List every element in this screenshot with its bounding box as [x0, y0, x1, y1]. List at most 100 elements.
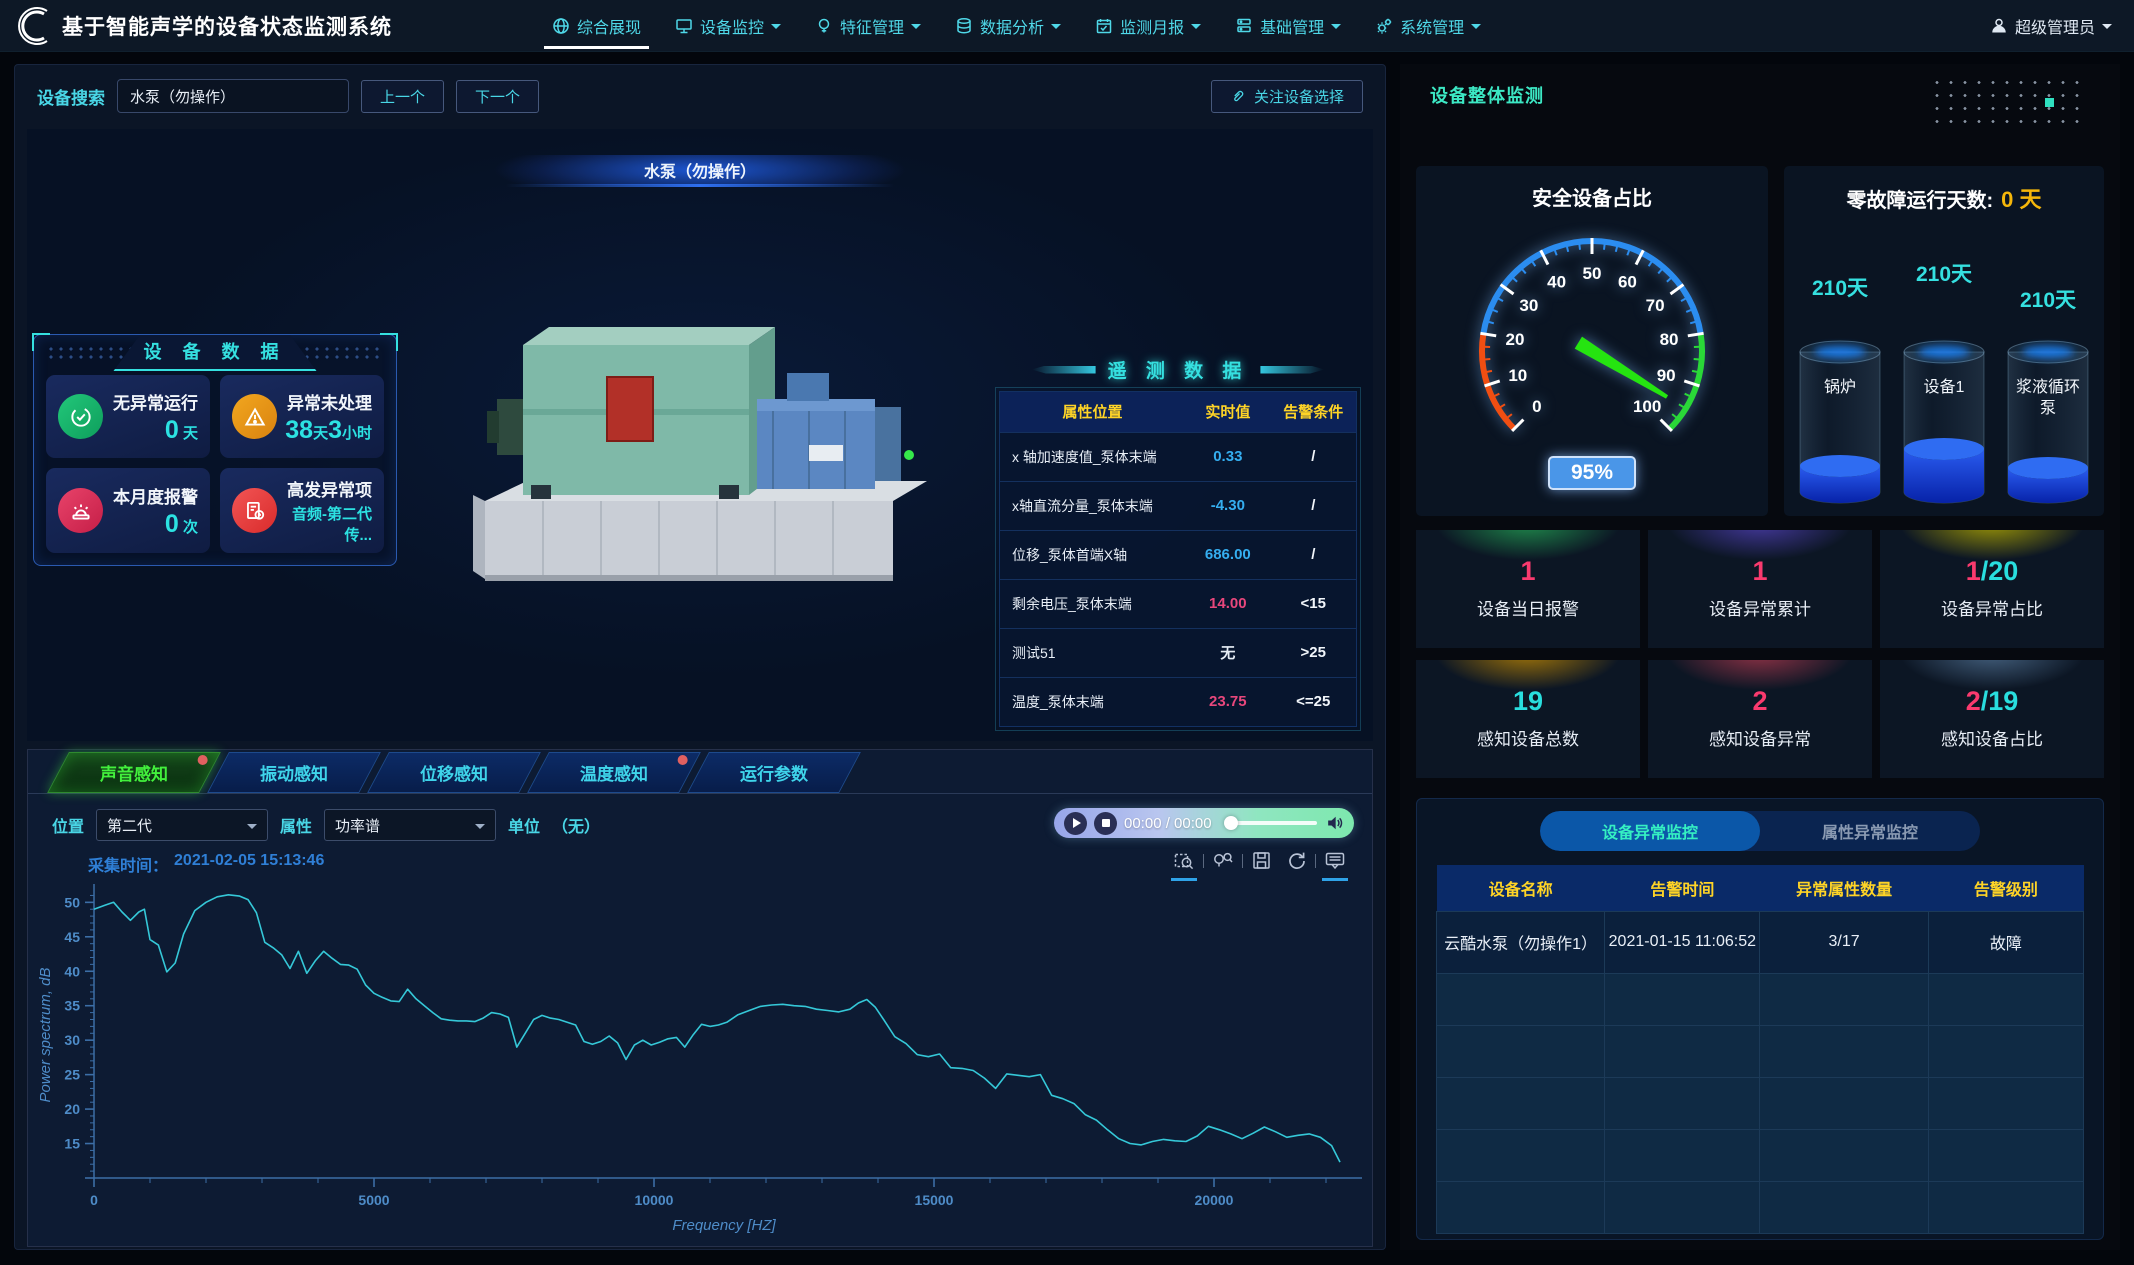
- glow: [1416, 660, 1640, 778]
- nav-item-data-analysis[interactable]: 数据分析: [955, 0, 1061, 52]
- nav-item-monthly-report[interactable]: 监测月报: [1095, 0, 1201, 52]
- device-search-input[interactable]: [117, 79, 349, 113]
- alarm-empty-row: [1437, 973, 2084, 1025]
- value-part: 次: [179, 519, 198, 536]
- table-row: 剩余电压_泵体末端14.00<15: [1000, 579, 1356, 628]
- chevron-down-icon: [2102, 24, 2112, 29]
- divider: [1315, 854, 1316, 868]
- refresh-icon[interactable]: [1283, 848, 1309, 874]
- nav-item-base-mgmt[interactable]: 基础管理: [1235, 0, 1341, 52]
- stat-value: 2/19: [1880, 686, 2104, 717]
- stat-value: 19: [1416, 686, 1640, 717]
- chevron-down-icon: [1051, 24, 1061, 29]
- value-part: /19: [1981, 686, 2019, 716]
- tab-device-abnormal-monitor[interactable]: 设备异常监控: [1540, 811, 1760, 851]
- cylinder-graphic: 浆液循环泵: [2002, 336, 2094, 508]
- player-time: 00:00 / 00:00: [1124, 815, 1212, 832]
- cylinder-days: 210天: [1812, 272, 1868, 302]
- stop-button[interactable]: [1094, 812, 1117, 835]
- alarm-condition: <=25: [1271, 677, 1356, 726]
- telemetry-header: 遥 测 数 据: [999, 356, 1357, 383]
- zero-fault-label: 零故障运行天数:: [1846, 184, 1993, 213]
- zoom-select-icon[interactable]: [1171, 848, 1197, 874]
- stat-value: 1/20: [1880, 556, 2104, 587]
- spectrum-chart[interactable]: 152025303540455005000100001500020000Powe…: [34, 878, 1370, 1234]
- seek-knob[interactable]: [1224, 816, 1238, 830]
- chevron-down-icon: [1471, 24, 1481, 29]
- cylinder-graphic: 锅炉: [1794, 336, 1886, 508]
- position-select[interactable]: 第二代: [96, 809, 268, 841]
- alarm-time: 2021-01-15 11:06:52: [1605, 911, 1760, 973]
- nav-item-label: 系统管理: [1400, 14, 1464, 38]
- capture-time-label: 采集时间：: [88, 852, 168, 876]
- nav-item-label: 综合展现: [577, 14, 641, 38]
- safety-gauge: 0102030405060708090100: [1416, 213, 1768, 463]
- attr-name: 温度_泵体末端: [1000, 677, 1185, 726]
- card-value: 0 次: [111, 510, 198, 539]
- tab-displacement-sensing[interactable]: 位移感知: [367, 752, 541, 793]
- tab-attribute-abnormal-monitor[interactable]: 属性异常监控: [1760, 811, 1980, 851]
- nav-item-label: 基础管理: [1260, 14, 1324, 38]
- tab-sound-sensing[interactable]: 声音感知: [47, 752, 221, 793]
- alarm-condition: /: [1271, 432, 1356, 481]
- stat-value: 2: [1648, 686, 1872, 717]
- device-3d-viewer[interactable]: 水泵（勿操作）: [27, 129, 1373, 741]
- stat-sensor-ratio: 2/19感知设备占比: [1880, 660, 2104, 778]
- siren-icon: [58, 488, 103, 533]
- dashboard: 基于智能声学的设备状态监测系统 综合展现 设备监控 特征管理 数据分析: [0, 0, 2134, 1265]
- audio-player: 00:00 / 00:00: [1054, 808, 1354, 838]
- monitor-icon: [675, 17, 693, 35]
- attr-value: 23.75: [1185, 677, 1270, 726]
- nav-item-system-mgmt[interactable]: 系统管理: [1375, 0, 1481, 52]
- cylinder-slurry-pump: 210天 浆液循环泵: [2000, 226, 2096, 508]
- save-image-icon[interactable]: [1249, 848, 1275, 874]
- svg-text:60: 60: [1618, 273, 1637, 292]
- tab-label: 振动感知: [260, 760, 328, 785]
- svg-text:10000: 10000: [635, 1192, 674, 1208]
- col-header: 告警级别: [1928, 865, 2083, 911]
- attribute-select[interactable]: 功率谱: [324, 809, 496, 841]
- overall-monitor-title: 设备整体监测: [1430, 82, 1544, 108]
- glow: [1648, 530, 1872, 648]
- user-menu[interactable]: 超级管理员: [1990, 14, 2112, 38]
- device-data-title: 设 备 数 据: [113, 335, 316, 371]
- tab-operating-params[interactable]: 运行参数: [687, 752, 861, 793]
- alarm-row[interactable]: 云酷水泵（勿操作1） 2021-01-15 11:06:52 3/17 故障: [1437, 911, 2084, 973]
- tab-label: 声音感知: [100, 760, 168, 785]
- stat-label: 设备当日报警: [1416, 595, 1640, 620]
- nav-item-feature-mgmt[interactable]: 特征管理: [815, 0, 921, 52]
- glow: [1880, 530, 2104, 648]
- data-view-icon[interactable]: [1322, 848, 1348, 874]
- col-header: 属性位置: [1000, 392, 1185, 432]
- play-button[interactable]: [1064, 812, 1087, 835]
- col-header: 告警条件: [1271, 392, 1356, 432]
- capture-time-row: 采集时间： 2021-02-05 15:13:46: [88, 852, 324, 876]
- warning-icon: [232, 394, 277, 439]
- nav-item-overview[interactable]: 综合展现: [552, 0, 641, 52]
- focus-device-select-button[interactable]: 关注设备选择: [1211, 80, 1363, 113]
- next-device-button[interactable]: 下一个: [456, 80, 539, 113]
- chevron-down-icon: [475, 824, 485, 829]
- attr-value: 无: [1185, 628, 1270, 677]
- nav-item-device-monitor[interactable]: 设备监控: [675, 0, 781, 52]
- volume-icon[interactable]: [1324, 813, 1344, 833]
- value-part: 38: [285, 416, 313, 444]
- value-part: 天: [179, 425, 198, 442]
- telemetry-panel: 遥 测 数 据 属性位置 实时值 告警条件 x 轴加速度值_泵体末端0.33/ …: [999, 356, 1357, 727]
- position-label: 位置: [52, 813, 84, 837]
- tab-vibration-sensing[interactable]: 振动感知: [207, 752, 381, 793]
- card-title: 无异常运行: [111, 389, 198, 414]
- prev-device-button[interactable]: 上一个: [361, 80, 444, 113]
- svg-text:Frequency [HZ]: Frequency [HZ]: [672, 1217, 776, 1234]
- alarm-condition: <15: [1271, 579, 1356, 628]
- svg-text:20000: 20000: [1195, 1192, 1234, 1208]
- device-search-bar: 设备搜索 上一个 下一个 关注设备选择: [15, 65, 1385, 127]
- attr-name: x 轴加速度值_泵体末端: [1000, 432, 1185, 481]
- cylinder-days: 210天: [1916, 258, 1972, 288]
- tab-temperature-sensing[interactable]: 温度感知: [527, 752, 701, 793]
- svg-text:90: 90: [1657, 366, 1676, 385]
- table-row: 位移_泵体首端X轴686.00/: [1000, 530, 1356, 579]
- zoom-reset-icon[interactable]: [1210, 848, 1236, 874]
- player-seekbar[interactable]: [1231, 821, 1317, 825]
- svg-text:25: 25: [64, 1067, 80, 1083]
